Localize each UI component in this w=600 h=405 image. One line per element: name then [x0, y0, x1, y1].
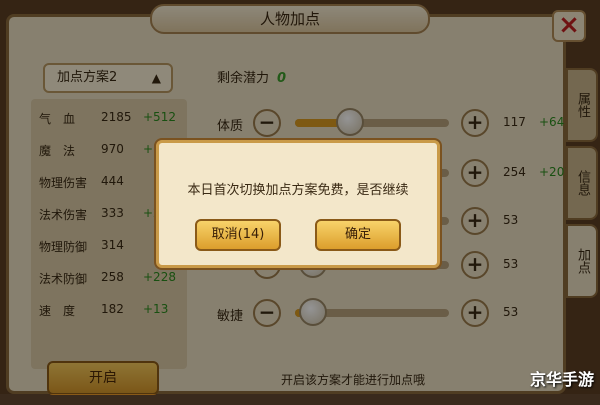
confirm-button[interactable]: 确定 — [315, 219, 401, 251]
confirm-dialog: 本日首次切换加点方案免费，是否继续 取消(14) 确定 — [156, 140, 440, 268]
dialog-message: 本日首次切换加点方案免费，是否继续 — [187, 183, 409, 198]
watermark: 京华手游 — [529, 370, 594, 389]
cancel-button[interactable]: 取消(14) — [195, 219, 281, 251]
